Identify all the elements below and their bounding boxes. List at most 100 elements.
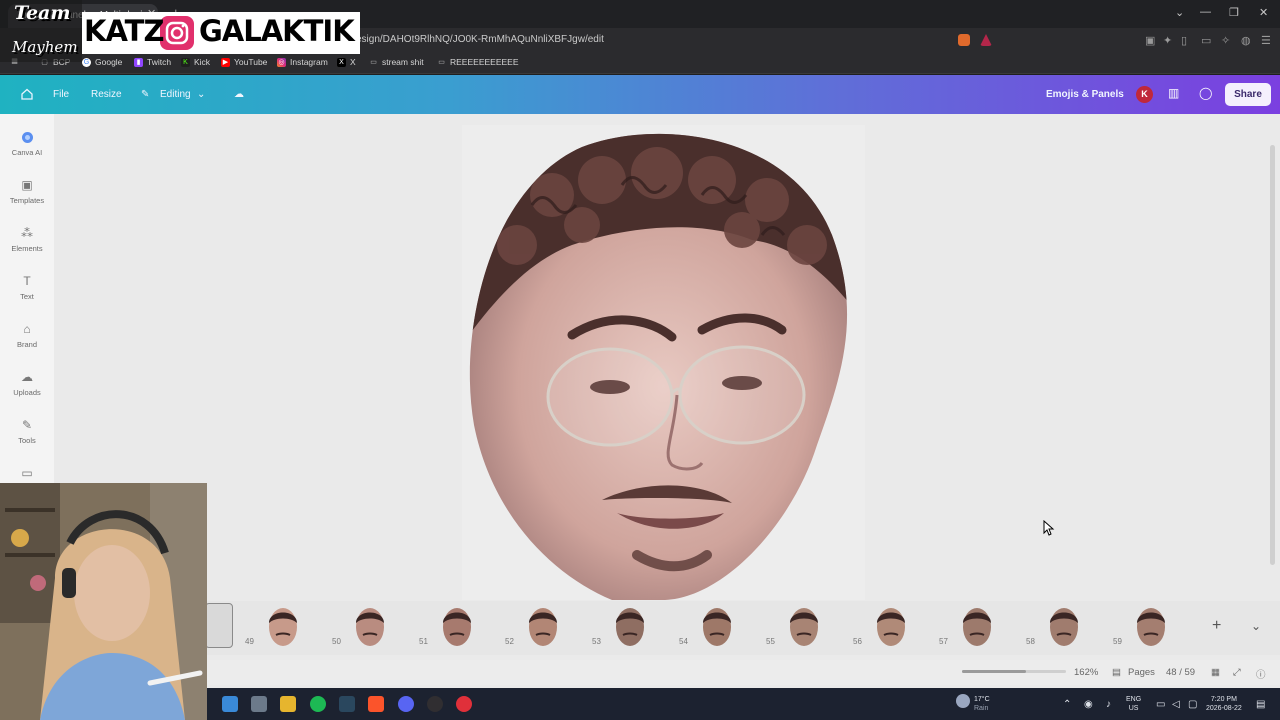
weather-temp: 17°C [974,696,990,703]
sidebar-item-templates[interactable]: ▣ Templates [0,179,54,206]
page-thumbnail[interactable]: 56 [853,605,923,647]
sidebar-label: Tools [18,436,36,445]
thumbnail-face-image [703,608,731,646]
canva-ai-icon [21,131,34,144]
clock-date: 2026-08-22 [1206,705,1242,712]
obs-icon[interactable] [427,696,443,712]
comment-icon[interactable]: ◯ [1199,86,1212,100]
microphone-icon[interactable]: ♪ [1106,700,1111,710]
share-button[interactable]: Share [1225,83,1271,106]
sidebar-item-projects[interactable]: ▭ [0,467,54,484]
weather-desc: Rain [974,705,989,712]
discord-icon[interactable] [398,696,414,712]
page-thumbnail[interactable]: 59 [1113,605,1183,647]
text-icon: T [23,274,31,288]
extension-icon[interactable]: ▣ [1145,34,1155,47]
notification-icon[interactable]: ▤ [1256,700,1265,710]
chevron-down-icon[interactable]: ⌄ [197,89,205,100]
sidebar-item-elements[interactable]: ⁂ Elements [0,226,54,254]
fullscreen-icon[interactable]: ⤢ [1233,667,1241,678]
minimize-icon[interactable]: — [1200,6,1211,18]
bookmark-label: REEEEEEEEEEE [450,57,519,67]
cloud-saved-icon[interactable]: ☁ [234,89,244,100]
design-title[interactable]: Emojis & Panels [1046,89,1124,100]
sidebar-icon[interactable]: ▯ [1181,34,1187,47]
screen: Emojis & Panels - Multi-design ✕ + ⌄ — ❐… [0,0,1280,720]
elements-icon: ⁂ [21,226,33,240]
sidebar-item-brand[interactable]: ⌂ Brand [0,323,54,350]
zoom-level[interactable]: 162% [1074,667,1098,678]
page-thumbnail[interactable]: 57 [939,605,1009,647]
vertical-scrollbar[interactable] [1270,145,1275,565]
brave-browser-icon[interactable] [368,696,384,712]
thumbnail-number: 55 [766,637,775,646]
url-field[interactable]: esign/DAHOt9RlhNQ/JO0K-RmMhAQuNnliXBFJgw… [356,34,604,45]
menu-icon[interactable]: ☰ [1261,34,1271,47]
webcam-feed [0,483,207,720]
chevron-down-icon[interactable]: ⌄ [1175,6,1184,19]
thumbnail-face-image [356,608,384,646]
page-thumbnail[interactable]: 58 [1026,605,1096,647]
speaker-icon[interactable]: ◁ [1172,700,1180,710]
display-icon[interactable]: ▭ [1156,700,1165,710]
pages-button[interactable]: Pages [1128,667,1155,678]
spotify-icon[interactable] [310,696,326,712]
analytics-icon[interactable]: ▥ [1168,86,1179,100]
bookmark-folder-stream[interactable]: ▭ stream shit [369,57,423,67]
file-menu[interactable]: File [53,89,69,100]
puzzle-icon[interactable]: ✦ [1163,34,1172,47]
avatar[interactable]: K [1136,86,1153,103]
thumbnail-number: 49 [245,637,254,646]
thumbnail-number: 58 [1026,637,1035,646]
network-icon[interactable]: ◉ [1084,700,1093,710]
pages-icon[interactable]: ▤ [1112,667,1121,678]
weather-widget[interactable]: 17°C Rain [974,695,990,713]
page-thumbnail[interactable]: 50 [332,605,402,647]
calculator-icon[interactable] [251,696,267,712]
lang-primary: ENG [1126,696,1142,703]
task-view-icon[interactable] [222,696,238,712]
page-thumbnail[interactable]: 53 [592,605,662,647]
battery-icon[interactable]: ▢ [1188,700,1197,710]
brave-shield-icon[interactable] [958,34,970,46]
language-indicator[interactable]: ENG US [1126,695,1141,713]
page-thumbnail[interactable]: 52 [505,605,575,647]
tray-chevron-icon[interactable]: ⌃ [1063,700,1071,710]
sidebar-label: Text [20,292,34,301]
resize-button[interactable]: Resize [91,89,122,100]
page-thumbnail[interactable]: 51 [419,605,489,647]
maximize-icon[interactable]: ❐ [1229,6,1239,19]
sidebar-item-canva-ai[interactable]: Canva AI [0,131,54,157]
page-thumbnail[interactable]: 49 [245,605,315,647]
bookmark-folder-reee[interactable]: ▭ REEEEEEEEEEE [437,57,519,67]
thumbnail-number: 51 [419,637,428,646]
current-page-thumbnail[interactable] [205,603,233,648]
ai-icon[interactable]: ✧ [1221,34,1230,47]
chevron-down-icon[interactable]: ⌄ [1251,619,1261,633]
thumbnail-number: 52 [505,637,514,646]
clock[interactable]: 7:20 PM 2026-08-22 [1206,695,1242,713]
page-thumbnail[interactable]: 54 [679,605,749,647]
thumbnail-number: 56 [853,637,862,646]
sidebar-item-text[interactable]: T Text [0,274,54,302]
thumbnail-face-image [963,608,991,646]
close-window-icon[interactable]: ✕ [1259,6,1268,19]
editing-mode-button[interactable]: Editing [160,89,191,100]
opera-icon[interactable] [456,696,472,712]
vpn-icon[interactable]: ◍ [1241,34,1251,47]
sidebar-item-uploads[interactable]: ☁ Uploads [0,371,54,398]
file-explorer-icon[interactable] [280,696,296,712]
sidebar-label: Brand [16,340,37,349]
wallet-icon[interactable]: ▭ [1201,34,1211,47]
add-page-icon[interactable]: + [1212,617,1221,635]
thumbnail-face-image [616,608,644,646]
handle-fragment: KATZ [84,14,164,48]
home-icon[interactable] [20,87,34,101]
sidebar-label: Templates [9,196,45,205]
face-emoji-image[interactable] [462,125,865,600]
steam-icon[interactable] [339,696,355,712]
grid-view-icon[interactable]: ▦ [1211,667,1220,678]
page-thumbnail[interactable]: 55 [766,605,836,647]
help-icon[interactable]: ⓘ [1256,667,1266,681]
sidebar-item-tools[interactable]: ✎ Tools [0,419,54,446]
